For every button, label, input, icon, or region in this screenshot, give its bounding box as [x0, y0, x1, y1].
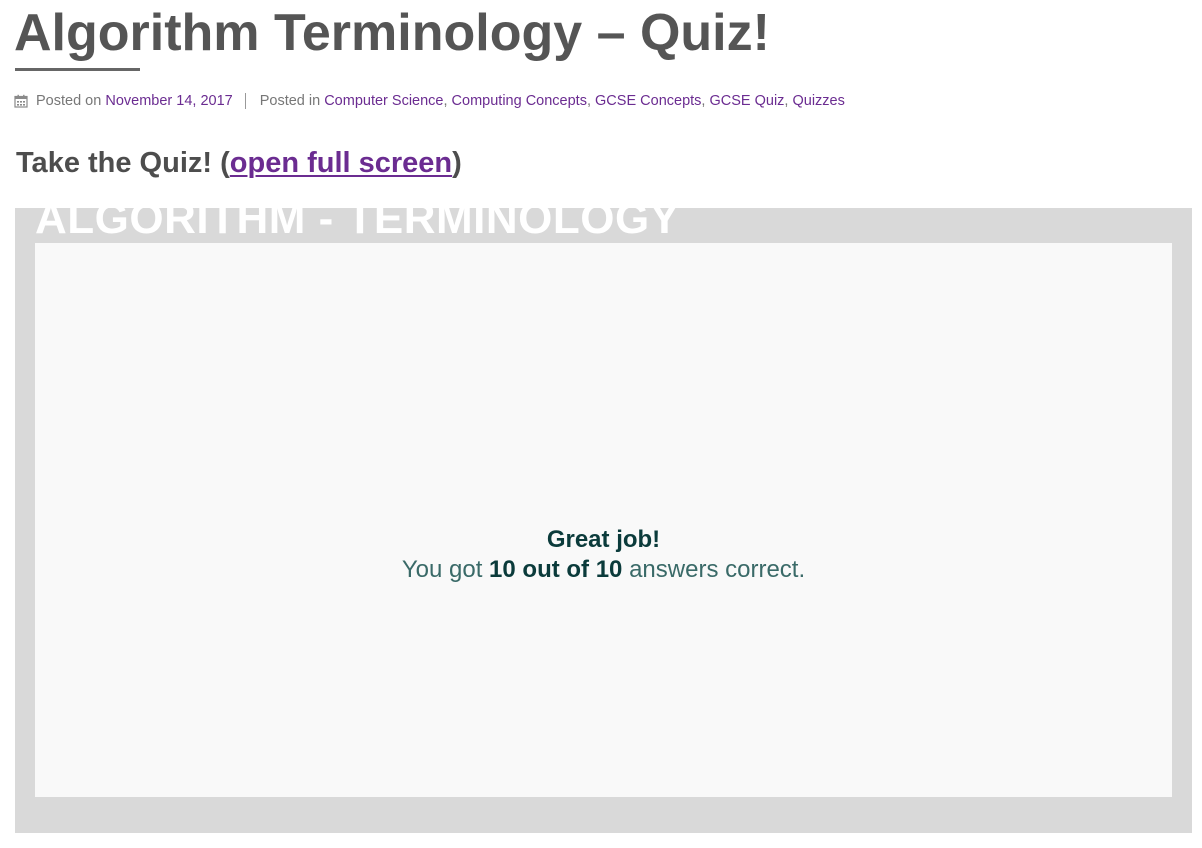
quiz-result-panel: Great job! You got 10 out of 10 answers … [35, 243, 1172, 797]
result-prefix: You got [401, 556, 483, 583]
category-link-computing-concepts[interactable]: Computing Concepts [452, 91, 587, 111]
category-separator: , [443, 93, 448, 109]
meta-divider [244, 93, 246, 109]
quiz-heading: Take the Quiz! (open full screen) [16, 144, 462, 182]
result-score: 10 out of 10 [489, 556, 623, 583]
post-title: Algorithm Terminology – Quiz! [14, 4, 770, 62]
category-separator: , [701, 93, 706, 109]
category-separator: , [784, 93, 789, 109]
quiz-heading-suffix: ) [452, 147, 462, 179]
category-separator: , [586, 93, 591, 109]
title-underline [15, 68, 140, 71]
result-suffix: answers correct. [629, 556, 806, 583]
open-full-screen-link[interactable]: open full screen [230, 147, 452, 179]
posted-in-label: Posted in [259, 93, 321, 109]
quiz-heading-prefix: Take the Quiz! ( [16, 147, 230, 179]
category-link-quizzes[interactable]: Quizzes [792, 91, 844, 111]
category-link-gcse-quiz[interactable]: GCSE Quiz [709, 91, 784, 111]
quiz-embed: ALGORITHM - TERMINOLOGY Great job! You g… [15, 208, 1192, 833]
calendar-icon [14, 94, 28, 108]
posted-on-label: Posted on [36, 93, 102, 109]
result-heading: Great job! [546, 526, 661, 553]
category-link-gcse-concepts[interactable]: GCSE Concepts [595, 91, 701, 111]
post-date-link[interactable]: November 14, 2017 [105, 91, 232, 111]
result-summary: You got 10 out of 10 answers correct. [35, 555, 1172, 585]
post-meta: Posted on November 14, 2017 Posted in Co… [14, 91, 845, 111]
quiz-result: Great job! You got 10 out of 10 answers … [35, 525, 1172, 585]
page: Algorithm Terminology – Quiz! Posted on … [0, 0, 1202, 848]
category-link-computer-science[interactable]: Computer Science [324, 91, 443, 111]
quiz-embed-title: ALGORITHM - TERMINOLOGY [35, 208, 680, 243]
